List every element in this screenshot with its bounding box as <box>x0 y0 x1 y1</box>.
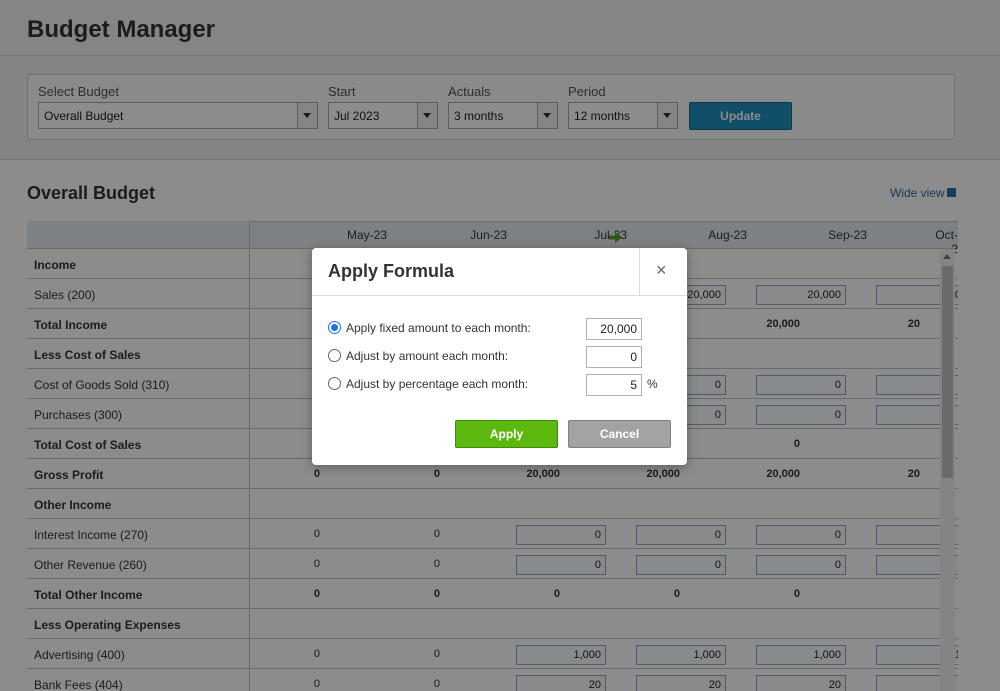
option-label: Adjust by percentage each month: <box>346 377 529 391</box>
adjust-amount-input[interactable]: 0 <box>586 346 642 368</box>
close-icon[interactable]: × <box>656 260 667 281</box>
adjust-percentage-input[interactable]: 5 <box>586 374 642 396</box>
fixed-amount-input[interactable]: 20,000 <box>586 318 642 340</box>
option-label: Adjust by amount each month: <box>346 349 509 363</box>
cancel-button[interactable]: Cancel <box>568 420 671 448</box>
dialog-title: Apply Formula <box>328 261 455 281</box>
dialog-header: Apply Formula × <box>312 248 687 296</box>
option-label: Apply fixed amount to each month: <box>346 321 531 335</box>
close-button[interactable]: × <box>639 248 687 295</box>
radio-fixed-amount[interactable] <box>328 321 341 334</box>
percent-suffix: % <box>647 377 658 391</box>
radio-adjust-amount[interactable] <box>328 349 341 362</box>
apply-formula-dialog: Apply Formula × Apply fixed amount to ea… <box>312 248 687 465</box>
apply-button[interactable]: Apply <box>455 420 558 448</box>
radio-adjust-percentage[interactable] <box>328 377 341 390</box>
